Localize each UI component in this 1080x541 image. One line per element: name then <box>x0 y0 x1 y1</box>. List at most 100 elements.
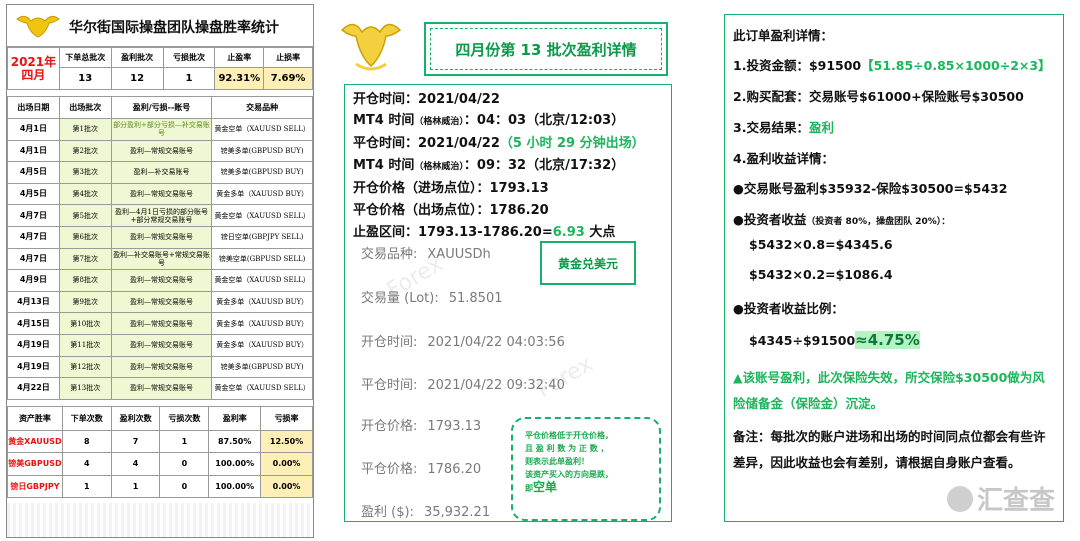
mt4-open-time: MT4 时间（格林威治）：04：03（北京/12:03） <box>353 113 625 128</box>
open-time: 开仓时间：2021/04/22 <box>353 92 500 107</box>
trade-date: 4月7日 <box>7 247 60 271</box>
asset-header: 资产胜率 <box>7 405 63 431</box>
asset-header: 亏损率 <box>260 405 313 431</box>
trade-date: 4月7日 <box>7 204 60 227</box>
trade-date: 4月22日 <box>7 377 60 400</box>
trade-result: 部分盈利+部分亏损—补交易账号 <box>110 118 213 141</box>
volume-row: 交易量 (Lot): 51.8501 <box>361 291 503 306</box>
asset-header: 亏损次数 <box>159 405 210 431</box>
summary-value: 12 <box>110 67 164 90</box>
asset-header: 盈利次数 <box>110 405 161 431</box>
asset-name: 镑日GBPJPY <box>7 474 63 499</box>
asset-name: 黄金XAUUSD <box>7 429 63 454</box>
trades-table: 出场日期 出场批次 盈利/亏损--账号 交易品种 4月1日 第1批次 部分盈利+部分… <box>7 96 313 400</box>
asset-wins: 1 <box>110 474 161 499</box>
asset-wins: 4 <box>110 452 161 476</box>
batch-title: 四月份第 13 批次盈利详情 <box>430 28 662 70</box>
trade-batch: 第5批次 <box>58 204 112 227</box>
summary-header: 下单总批次 <box>58 47 112 68</box>
table-row: 4月19日 第11批次 盈利—常规交易账号 黄金多单（XAUUSD BUY） <box>7 333 313 357</box>
table-row: 4月5日 第3批次 盈利—补交易账号 镑美多单(GBPUSD BUY) <box>7 161 313 184</box>
trade-header: 盈利/亏损--账号 <box>110 96 213 119</box>
brand-logo-icon <box>946 485 973 512</box>
trade-batch: 第7批次 <box>58 247 112 271</box>
calc-line: $5432×0.2=$1086.4 <box>749 267 893 282</box>
trade-header: 出场日期 <box>7 96 60 119</box>
summary-value: 1 <box>162 67 216 90</box>
trade-date: 4月5日 <box>7 182 60 206</box>
trade-result: 盈利—常规交易账号 <box>110 377 213 400</box>
open-price-row: 开仓价格: 1793.13 <box>361 419 482 434</box>
close-time-row: 平仓时间: 2021/04/22 09:32:40 <box>361 378 565 393</box>
trade-batch: 第10批次 <box>58 312 112 335</box>
summary-header: 盈利批次 <box>110 47 164 68</box>
asset-name: 镑美GBPUSD <box>7 452 63 476</box>
trade-batch: 第4批次 <box>58 182 112 206</box>
trade-batch: 第1批次 <box>58 118 112 141</box>
trade-result: 盈利—常规交易账号 <box>110 312 213 335</box>
close-price-row: 平仓价格: 1786.20 <box>361 462 482 477</box>
trade-symbol: 黄金空单（XAUUSD SELL） <box>211 204 313 227</box>
asset-loss-rate: 0.00% <box>260 474 313 499</box>
trade-date: 4月1日 <box>7 118 60 141</box>
table-row: 4月7日 第7批次 盈利—补交易账号+常规交易账号 镑美空单(GBPUSD SELL) <box>7 247 313 271</box>
table-row: 镑日GBPJPY 1 1 0 100.00% 0.00% <box>7 474 313 499</box>
trade-result: 盈利—常规交易账号 <box>110 355 213 379</box>
trade-symbol: 黄金多单（XAUUSD BUY） <box>211 290 313 314</box>
summary-header: 亏损批次 <box>162 47 216 68</box>
trade-result: 盈利—常规交易账号 <box>110 139 213 163</box>
profit-range: 止盈区间：1793.13-1786.20=6.93 大点 <box>353 225 616 240</box>
warning-text: ▲该账号盈利，此次保险失效，所交保险$30500做为风险储备金（保险金）沉淀。 <box>733 370 1045 411</box>
table-row: 4月15日 第10批次 盈利—常规交易账号 黄金多单（XAUUSD BUY） <box>7 312 313 335</box>
trade-result: 盈利—常规交易账号 <box>110 333 213 357</box>
page-title: 华尔街国际操盘团队操盘胜率统计 <box>69 20 279 36</box>
win-rate-statistics-panel: 华尔街国际操盘团队操盘胜率统计 2021年 四月 下单总批次 盈利批次 亏损批次… <box>6 4 314 538</box>
summary-header: 止盈率 <box>214 47 265 68</box>
asset-losses: 0 <box>159 474 210 499</box>
trade-header: 出场批次 <box>58 96 112 119</box>
order-profit-detail-panel: 此订单盈利详情： 1.投资金额：$91500【51.85÷0.85×1000÷2… <box>724 14 1064 522</box>
trade-batch: 第2批次 <box>58 139 112 163</box>
investment-line: 1.投资金额：$91500【51.85÷0.85×1000÷2×3】 <box>733 58 1051 73</box>
summary-header: 止损率 <box>263 47 313 68</box>
assets-body: 黄金XAUUSD 8 7 1 87.50% 12.50% 镑美GBPUSD 4 4 0 100.00… <box>7 429 313 499</box>
trade-result: 盈利—补交易账号 <box>110 161 213 184</box>
trade-date: 4月19日 <box>7 355 60 379</box>
bull-logo-icon <box>16 15 60 38</box>
asset-loss-rate: 12.50% <box>260 429 313 454</box>
batch-title-box: 四月份第 13 批次盈利详情 <box>424 22 668 76</box>
brand-watermark: 汇查查 <box>946 480 1055 517</box>
bull-logo-icon <box>340 23 402 71</box>
trade-date: 4月15日 <box>7 312 60 335</box>
trade-date: 4月9日 <box>7 269 60 292</box>
trade-result: 盈利—常规交易账号 <box>110 269 213 292</box>
trade-result: 盈利—4月1日亏损的部分账号+部分常规交易账号 <box>110 204 213 227</box>
summary-table: 2021年 四月 下单总批次 盈利批次 亏损批次 止盈率 止损率 13 12 1… <box>7 47 313 90</box>
trade-date: 4月1日 <box>7 139 60 163</box>
trade-batch: 第8批次 <box>58 269 112 292</box>
summary-value: 92.31% <box>214 67 265 90</box>
trade-batch: 第9批次 <box>58 290 112 314</box>
trade-date: 4月5日 <box>7 161 60 184</box>
calc-line: $5432×0.8=$4345.6 <box>749 237 893 252</box>
metal-label: 黄金兑美元 <box>540 241 636 285</box>
allocation-line: 2.购买配套：交易账号$61000+保险账号$30500 <box>733 89 1024 104</box>
asset-win-rate: 87.50% <box>208 429 262 454</box>
asset-orders: 1 <box>61 474 112 499</box>
table-row: 4月22日 第13批次 盈利—常规交易账号 黄金空单（XAUUSD SELL） <box>7 377 313 400</box>
table-row: 4月7日 第5批次 盈利—4月1日亏损的部分账号+部分常规交易账号 黄金空单（XAUU… <box>7 204 313 227</box>
summary-value: 13 <box>58 67 112 90</box>
trade-result: 盈利—常规交易账号 <box>110 225 213 249</box>
table-row: 4月13日 第9批次 盈利—常规交易账号 黄金多单（XAUUSD BUY） <box>7 290 313 314</box>
assets-table: 资产胜率 下单次数 盈利次数 亏损次数 盈利率 亏损率 黄金XAUUSD 8 7 1 8… <box>7 405 313 499</box>
asset-orders: 4 <box>61 452 112 476</box>
table-row: 4月5日 第4批次 盈利—常规交易账号 黄金多单（XAUUSD BUY） <box>7 182 313 206</box>
table-row: 4月9日 第8批次 盈利—常规交易账号 黄金空单（XAUUSD SELL） <box>7 269 313 292</box>
trade-batch: 第13批次 <box>58 377 112 400</box>
trade-symbol: 黄金多单（XAUUSD BUY） <box>211 333 313 357</box>
table-row: 4月1日 第1批次 部分盈利+部分亏损—补交易账号 黄金空单（XAUUSD SELL） <box>7 118 313 141</box>
ratio-title: ●投资者收益比例： <box>733 301 844 316</box>
asset-losses: 1 <box>159 429 210 454</box>
trade-batch: 第3批次 <box>58 161 112 184</box>
asset-orders: 8 <box>61 429 112 454</box>
